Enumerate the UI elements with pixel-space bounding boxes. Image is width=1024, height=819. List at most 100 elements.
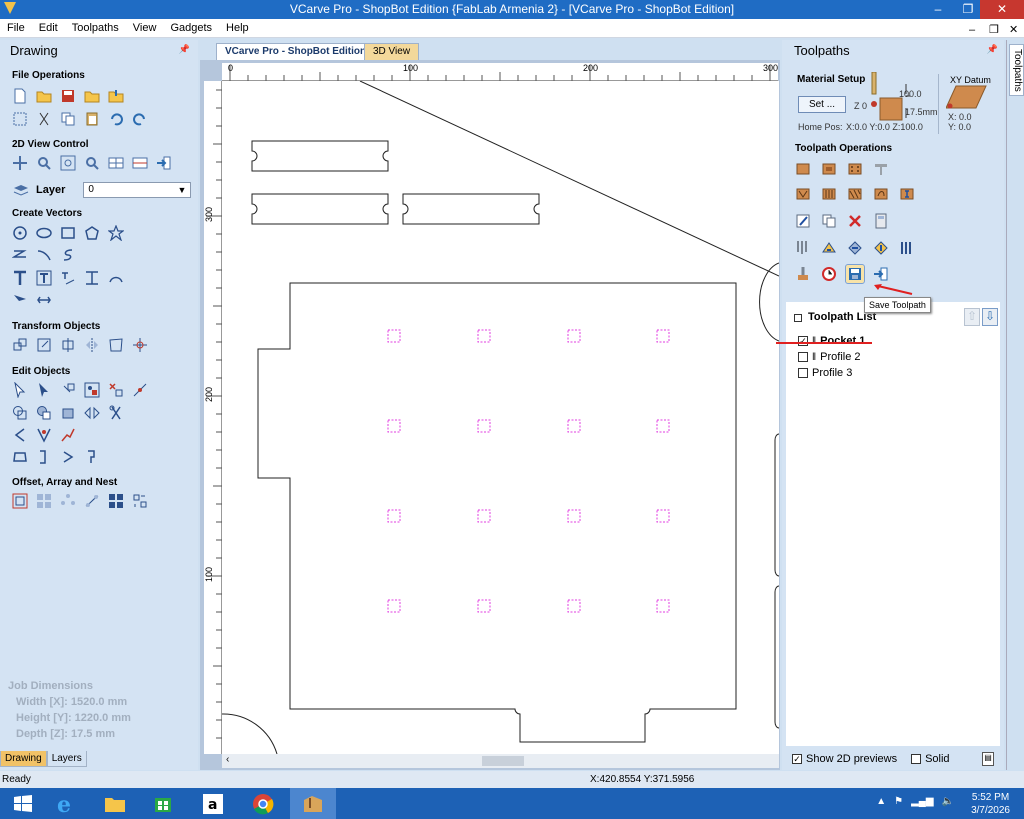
layer-select[interactable]: 0 ▼ — [83, 182, 192, 198]
start-icon[interactable] — [0, 788, 46, 819]
minimize-button[interactable]: – — [924, 0, 952, 19]
preview-toolpath-icon[interactable] — [794, 265, 812, 283]
transform-center-icon[interactable] — [131, 336, 149, 354]
tab-drawing[interactable]: Drawing — [0, 751, 47, 767]
horizontal-scrollbar[interactable]: ‹ — [222, 754, 779, 768]
star-icon[interactable] — [107, 224, 125, 242]
store-icon[interactable] — [140, 788, 186, 819]
restore-button[interactable]: ❐ — [954, 0, 982, 19]
nesting-parts-icon[interactable] — [131, 492, 149, 510]
v-carve-toolpath-icon[interactable] — [872, 160, 890, 178]
internet-explorer-icon[interactable]: e — [42, 788, 88, 819]
menu-edit[interactable]: Edit — [32, 19, 65, 38]
measure-icon[interactable] — [35, 291, 53, 309]
toolpath-tiling-icon[interactable] — [872, 239, 890, 257]
drawing-canvas[interactable] — [222, 81, 779, 754]
scale-icon[interactable] — [35, 336, 53, 354]
fluting-toolpath-icon[interactable] — [820, 185, 838, 203]
copy-toolpath-icon[interactable] — [820, 212, 838, 230]
move-icon[interactable] — [11, 336, 29, 354]
tab-2d-view[interactable]: VCarve Pro - ShopBot Edition — [216, 43, 376, 60]
toolpath-checkbox[interactable]: ✓ — [798, 336, 808, 346]
toolpath-template-icon[interactable] — [820, 239, 838, 257]
v-fillet-icon[interactable] — [35, 426, 53, 444]
menu-view[interactable]: View — [126, 19, 164, 38]
tool-database-icon[interactable] — [794, 239, 812, 257]
create-tab-icon[interactable] — [83, 448, 101, 466]
toolpath-visibility-icon[interactable] — [898, 239, 916, 257]
copy-along-icon[interactable] — [83, 492, 101, 510]
edit-toolpath-icon[interactable] — [794, 212, 812, 230]
toolpath-checkbox[interactable] — [798, 352, 808, 362]
draw-vector-icon[interactable] — [11, 291, 29, 309]
circular-copy-icon[interactable] — [59, 492, 77, 510]
machining-time-icon[interactable] — [820, 265, 838, 283]
open-folder-icon[interactable] — [83, 87, 101, 105]
group-icon[interactable] — [83, 381, 101, 399]
side-tab-toolpaths[interactable]: Toolpaths — [1009, 44, 1024, 96]
network-icon[interactable]: ▂▄▆ — [911, 796, 933, 807]
view-layout-icon[interactable] — [131, 154, 149, 172]
copy-icon[interactable] — [59, 110, 77, 128]
offset-arrows-icon[interactable] — [83, 404, 101, 422]
solid-checkbox[interactable] — [911, 754, 922, 764]
open-file-icon[interactable] — [35, 87, 53, 105]
menu-file[interactable]: File — [0, 19, 32, 38]
ellipse-icon[interactable] — [35, 224, 53, 242]
taskbar-clock[interactable]: 5:52 PM 3/7/2026 — [971, 791, 1010, 817]
pan-icon[interactable] — [11, 154, 29, 172]
move-up-icon[interactable]: ⇧ — [964, 308, 980, 326]
undo-icon[interactable] — [107, 110, 125, 128]
volume-icon[interactable]: 🔈 — [942, 796, 954, 807]
trim-icon[interactable] — [107, 404, 125, 422]
chrome-icon[interactable] — [240, 788, 286, 819]
prism-toolpath-icon[interactable] — [794, 185, 812, 203]
tab-3d-view[interactable]: 3D View — [364, 43, 420, 60]
show-previews-checkbox[interactable]: ✓ — [792, 754, 802, 764]
text-on-curve-icon[interactable] — [59, 269, 77, 287]
arc-icon[interactable] — [35, 246, 53, 264]
close-vector-icon[interactable] — [11, 448, 29, 466]
import-icon[interactable] — [107, 87, 125, 105]
polygon-icon[interactable] — [83, 224, 101, 242]
export-toolpath-icon[interactable] — [872, 265, 890, 283]
menu-gadgets[interactable]: Gadgets — [163, 19, 219, 38]
collapse-icon[interactable] — [794, 314, 802, 322]
pocket-toolpath-icon[interactable] — [820, 160, 838, 178]
nest-icon[interactable] — [107, 492, 125, 510]
toolpath-item[interactable]: Profile 3 — [798, 367, 852, 379]
extend-icon[interactable] — [35, 448, 53, 466]
distort-icon[interactable] — [107, 336, 125, 354]
amazon-icon[interactable]: a — [190, 788, 236, 819]
zoom-extents-icon[interactable] — [59, 154, 77, 172]
block-copy-icon[interactable] — [35, 492, 53, 510]
view-grid-icon[interactable] — [107, 154, 125, 172]
print-list-icon[interactable]: ▤ — [982, 752, 994, 766]
offset-icon[interactable] — [11, 492, 29, 510]
toolpath-item[interactable]: ‖ Profile 2 — [798, 351, 861, 363]
zoom-selection-icon[interactable] — [83, 154, 101, 172]
delete-toolpath-icon[interactable] — [846, 212, 864, 230]
show-hidden-icons-icon[interactable]: ▲ — [876, 796, 886, 807]
merge-toolpaths-icon[interactable] — [846, 239, 864, 257]
text-box-icon[interactable] — [35, 269, 53, 287]
interactive-select-icon[interactable] — [59, 381, 77, 399]
intersect-icon[interactable] — [59, 404, 77, 422]
mdi-minimize-button[interactable]: – — [962, 21, 982, 40]
mirror-icon[interactable] — [83, 336, 101, 354]
subtract-icon[interactable] — [35, 404, 53, 422]
new-file-icon[interactable] — [11, 87, 29, 105]
calculator-icon[interactable] — [872, 212, 890, 230]
view-switch-icon[interactable] — [155, 154, 173, 172]
curve-fit-icon[interactable] — [59, 448, 77, 466]
redo-icon[interactable] — [131, 110, 149, 128]
pin-icon[interactable]: 📌 — [987, 44, 998, 55]
cut-icon[interactable] — [35, 110, 53, 128]
dimension-icon[interactable] — [83, 269, 101, 287]
zoom-icon[interactable] — [35, 154, 53, 172]
menu-toolpaths[interactable]: Toolpaths — [65, 19, 126, 38]
drilling-toolpath-icon[interactable] — [846, 160, 864, 178]
scroll-left-icon[interactable]: ‹ — [226, 754, 229, 765]
profile-toolpath-icon[interactable] — [794, 160, 812, 178]
node-edit-icon[interactable] — [35, 381, 53, 399]
